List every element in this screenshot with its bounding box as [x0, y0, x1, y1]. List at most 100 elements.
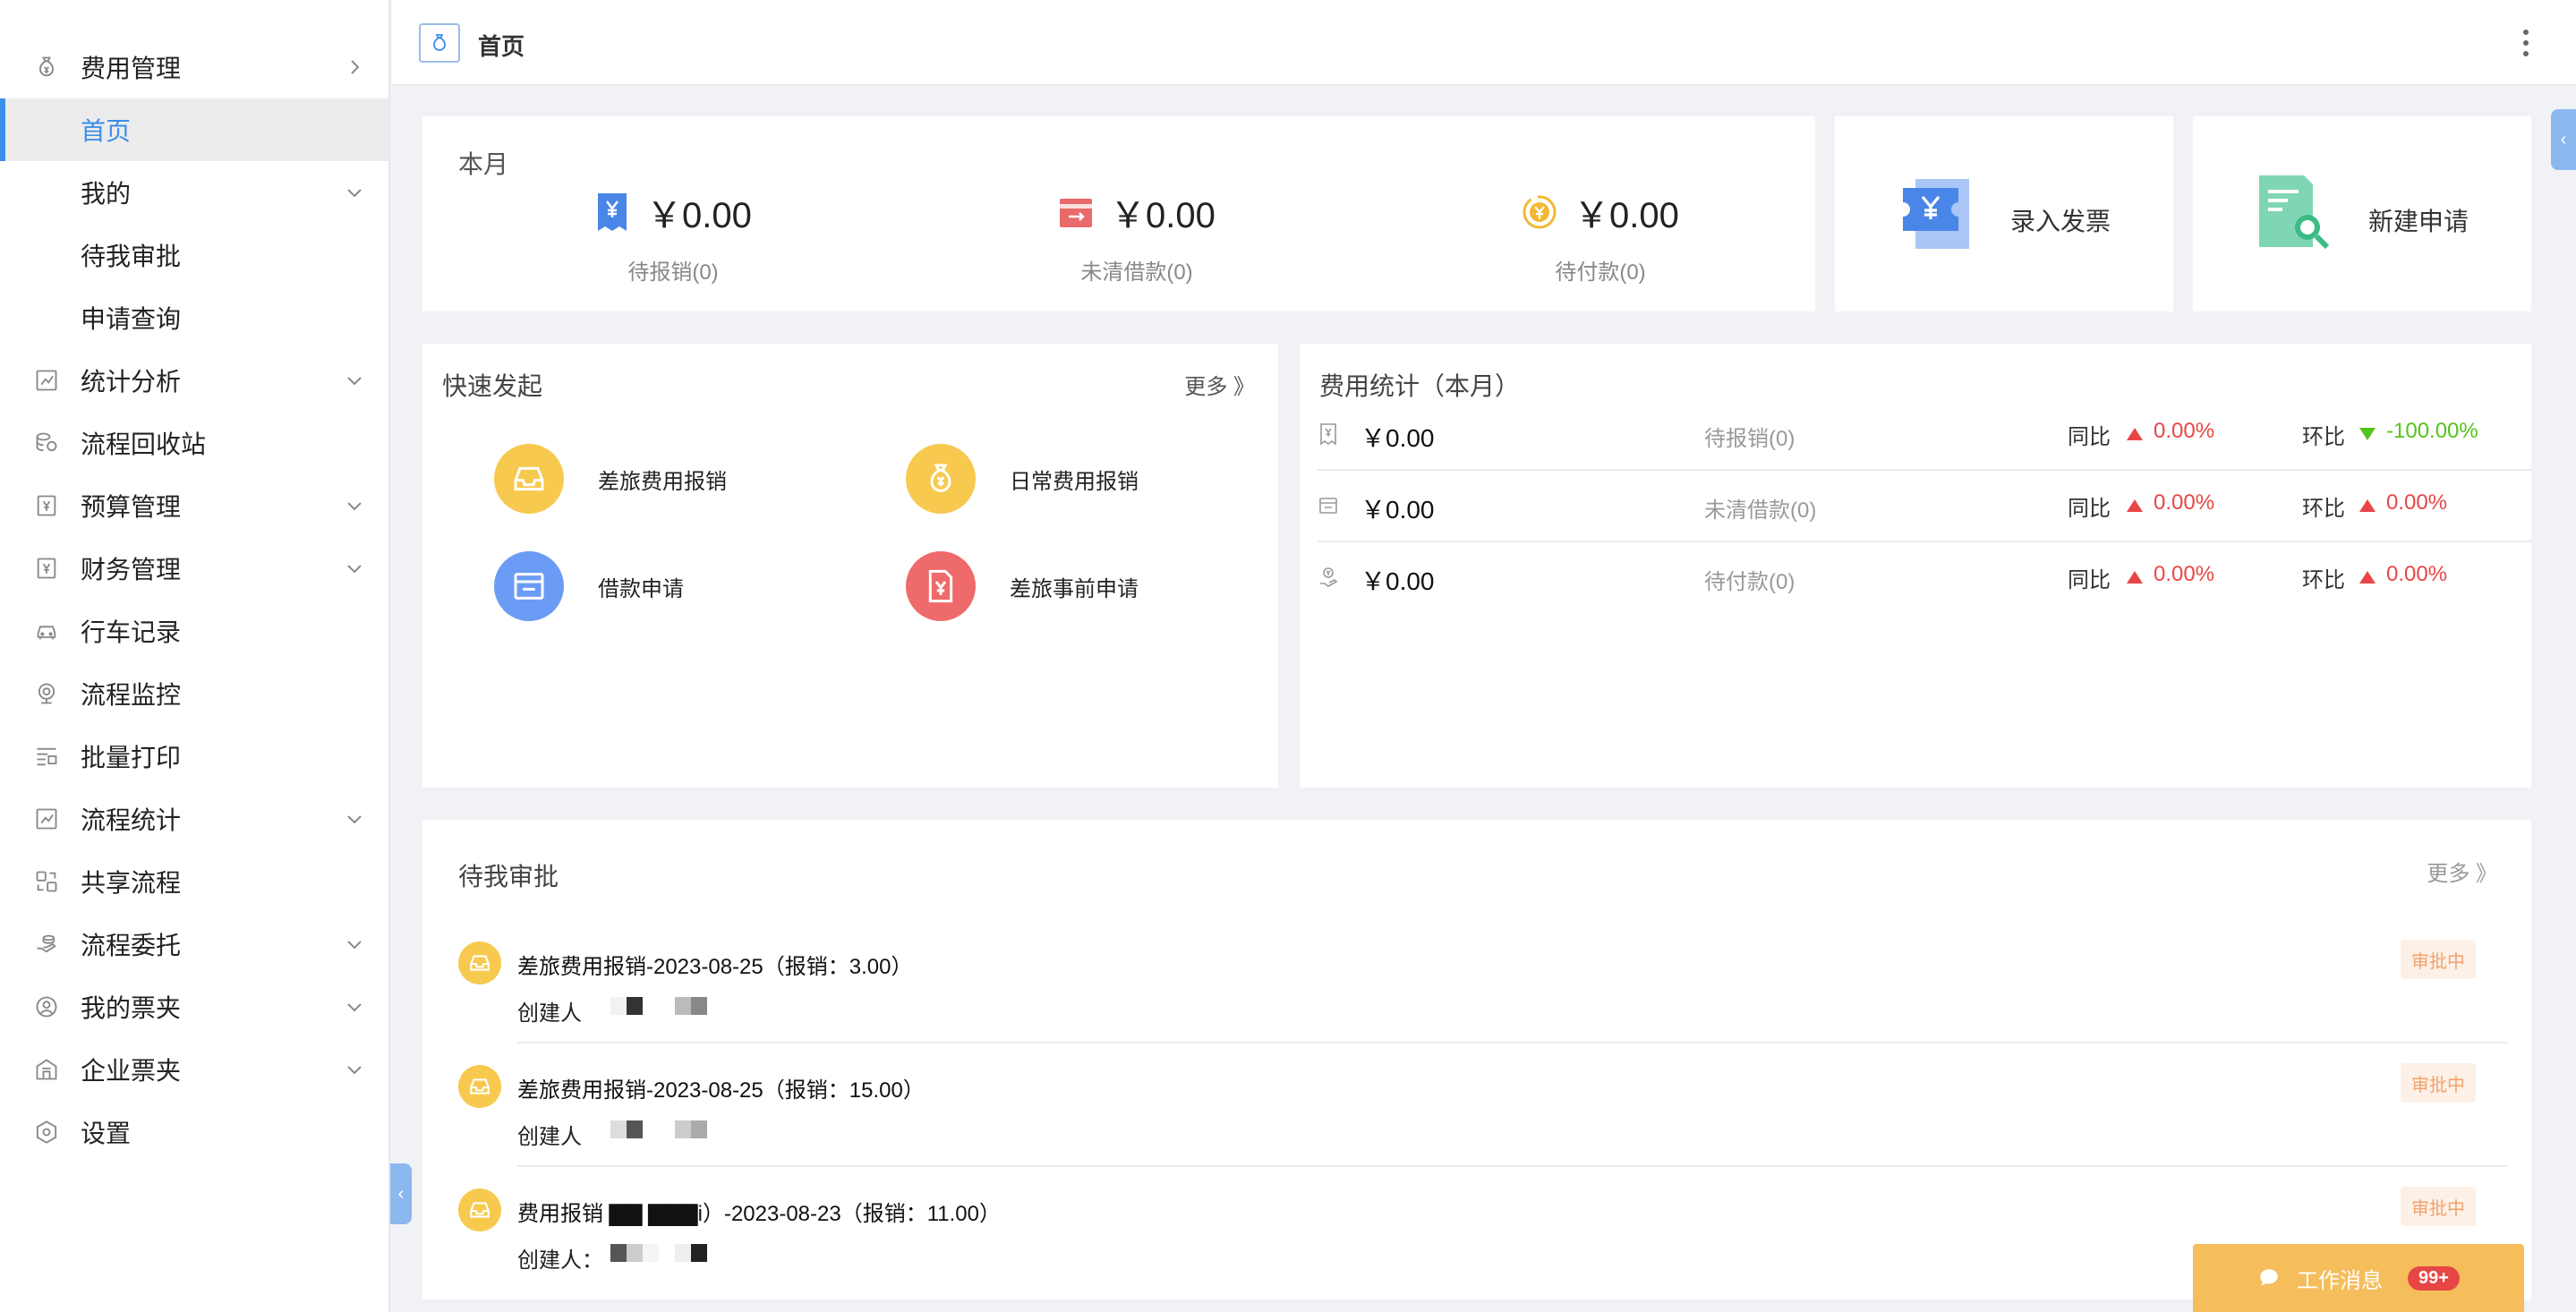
status-badge: 审批中: [2401, 1063, 2476, 1103]
work-message-label: 工作消息: [2297, 1268, 2384, 1293]
chevron-down-icon: [344, 370, 365, 391]
yoy-label: 同比: [2068, 497, 2111, 521]
nav-request-query[interactable]: 申请查询: [0, 286, 388, 349]
enter-invoice-button[interactable]: 录入发票: [1835, 116, 2173, 311]
nav-batch-print[interactable]: 批量打印: [0, 725, 388, 788]
nav-enterprise-ticket-folder[interactable]: 企业票夹: [0, 1038, 388, 1101]
work-message-button[interactable]: 工作消息 99+: [2193, 1244, 2524, 1312]
quick-start-title: 快速发起: [442, 372, 543, 400]
pending-approval-title: 待我审批: [458, 863, 559, 890]
nav-process-monitor[interactable]: 流程监控: [0, 662, 388, 725]
nav-mine[interactable]: 我的: [0, 161, 388, 224]
nav-delegation[interactable]: 流程委托: [0, 913, 388, 975]
nav-process-stats[interactable]: 流程统计: [0, 788, 388, 850]
right-panel-handle[interactable]: ‹: [2551, 109, 2576, 170]
nav-label: 流程委托: [81, 932, 182, 959]
creator-label: 创建人: [517, 1125, 582, 1149]
yoy-label: 同比: [2068, 425, 2111, 449]
quick-item-label: 差旅费用报销: [598, 469, 727, 494]
quick-item-travel-reimburse[interactable]: 差旅费用报销: [494, 444, 727, 514]
nav-driving-record[interactable]: 行车记录: [0, 600, 388, 662]
nav-fee-management[interactable]: 费用管理: [0, 36, 388, 98]
tab-home[interactable]: 首页: [478, 29, 525, 62]
chevron-right-icon: [344, 56, 365, 78]
pending-approval-more-link[interactable]: 更多 》: [2427, 856, 2497, 887]
nav-shared-process[interactable]: 共享流程: [0, 850, 388, 913]
nav-label: 待我审批: [81, 243, 182, 270]
expense-row-pending-payment[interactable]: ￥0.00 待付款(0) 同比 0.00% 环比 0.00%: [1318, 542, 2531, 614]
yoy-value: 0.00%: [2154, 490, 2215, 515]
settings-icon: [34, 1120, 59, 1145]
nav-label: 我的票夹: [81, 994, 182, 1022]
chevron-down-icon: [344, 1059, 365, 1080]
quick-item-loan-request[interactable]: 借款申请: [494, 551, 684, 621]
stat-pending-payment[interactable]: ￥0.00 待付款(0): [1466, 186, 1735, 285]
approval-item[interactable]: 差旅费用报销-2023-08-25（报销：15.00） 创建人 审批中: [458, 1044, 2508, 1167]
quick-item-daily-reimburse[interactable]: 日常费用报销: [906, 444, 1139, 514]
nav-label: 流程统计: [81, 806, 182, 834]
sidebar-collapse-handle[interactable]: ‹: [390, 1163, 412, 1224]
nav-label: 费用管理: [81, 55, 182, 82]
chevron-down-icon: [344, 558, 365, 579]
quick-item-travel-pre-request[interactable]: 差旅事前申请: [906, 551, 1139, 621]
stat-pending-reimburse[interactable]: ￥0.00 待报销(0): [539, 186, 807, 285]
nav-home[interactable]: 首页: [0, 98, 388, 161]
nav-label: 流程回收站: [81, 430, 207, 458]
expense-row-outstanding-loan[interactable]: ￥0.00 未清借款(0) 同比 0.00% 环比 0.00%: [1318, 471, 2531, 542]
expense-stats-card: 费用统计（本月） ￥0.00 待报销(0) 同比 0.00% 环比 -100.0…: [1300, 344, 2531, 788]
stat-label: 未清借款(0): [1080, 260, 1193, 285]
triangle-up-icon: [2127, 428, 2143, 440]
chevron-down-icon: [344, 182, 365, 203]
status-badge: 审批中: [2401, 1187, 2476, 1226]
triangle-up-icon: [2127, 571, 2143, 584]
yoy-value: 0.00%: [2154, 562, 2215, 586]
action-label: 新建申请: [2368, 208, 2469, 235]
card-icon: [1058, 192, 1094, 233]
yen-doc-icon: [34, 493, 59, 518]
chart-icon: [34, 806, 59, 831]
triangle-up-icon: [2359, 499, 2376, 512]
unread-count-badge: 99+: [2408, 1265, 2460, 1291]
more-vertical-icon[interactable]: [2521, 27, 2531, 59]
triangle-down-icon: [2359, 428, 2376, 440]
approval-item[interactable]: 差旅费用报销-2023-08-25（报销：3.00） 创建人 审批中: [458, 920, 2508, 1044]
hand-coins-icon: [34, 932, 59, 957]
nav-statistics[interactable]: 统计分析: [0, 349, 388, 412]
nav-finance[interactable]: 财务管理: [0, 537, 388, 600]
chart-icon: [34, 368, 59, 393]
stat-outstanding-loan[interactable]: ￥0.00 未清借款(0): [1002, 186, 1271, 285]
camera-icon: [34, 681, 59, 706]
nav-my-ticket-folder[interactable]: 我的票夹: [0, 975, 388, 1038]
hand-yen-icon: [1318, 566, 1339, 589]
status-badge: 审批中: [2401, 940, 2476, 979]
print-list-icon: [34, 744, 59, 769]
creator-name-redacted: [610, 1244, 707, 1262]
expense-row-pending-reimburse[interactable]: ￥0.00 待报销(0) 同比 0.00% 环比 -100.00%: [1318, 399, 2531, 471]
quick-item-label: 借款申请: [598, 576, 684, 601]
nav-label: 企业票夹: [81, 1057, 182, 1085]
home-tab-icon[interactable]: [419, 23, 460, 63]
quick-start-more-link[interactable]: 更多 》: [1184, 369, 1255, 400]
card-icon: [1318, 494, 1339, 517]
receipt-yen-icon: [1318, 422, 1339, 446]
nav-label: 财务管理: [81, 556, 182, 584]
nav-label: 共享流程: [81, 869, 182, 897]
expense-label: 未清借款(0): [1704, 498, 1817, 523]
top-bar: 首页: [392, 0, 2576, 86]
nav-label: 统计分析: [81, 368, 182, 396]
nav-budget[interactable]: 预算管理: [0, 474, 388, 537]
money-bag-icon: [34, 55, 59, 80]
chat-bubble-icon: [2257, 1266, 2281, 1290]
stat-amount: ￥0.00: [1574, 196, 1679, 235]
nav-recycle-bin[interactable]: 流程回收站: [0, 412, 388, 474]
nav-pending-approval[interactable]: 待我审批: [0, 224, 388, 286]
nav-settings[interactable]: 设置: [0, 1101, 388, 1163]
creator-label: 创建人：: [517, 1248, 603, 1273]
new-request-button[interactable]: 新建申请: [2193, 116, 2531, 311]
mom-value: -100.00%: [2386, 419, 2478, 443]
quick-start-card: 快速发起 更多 》 差旅费用报销 日常费用报销 借款申请 差旅事前申请: [422, 344, 1278, 788]
yoy-value: 0.00%: [2154, 419, 2215, 443]
stat-label: 待付款(0): [1555, 260, 1646, 285]
card-icon: [494, 551, 564, 621]
triangle-up-icon: [2359, 571, 2376, 584]
